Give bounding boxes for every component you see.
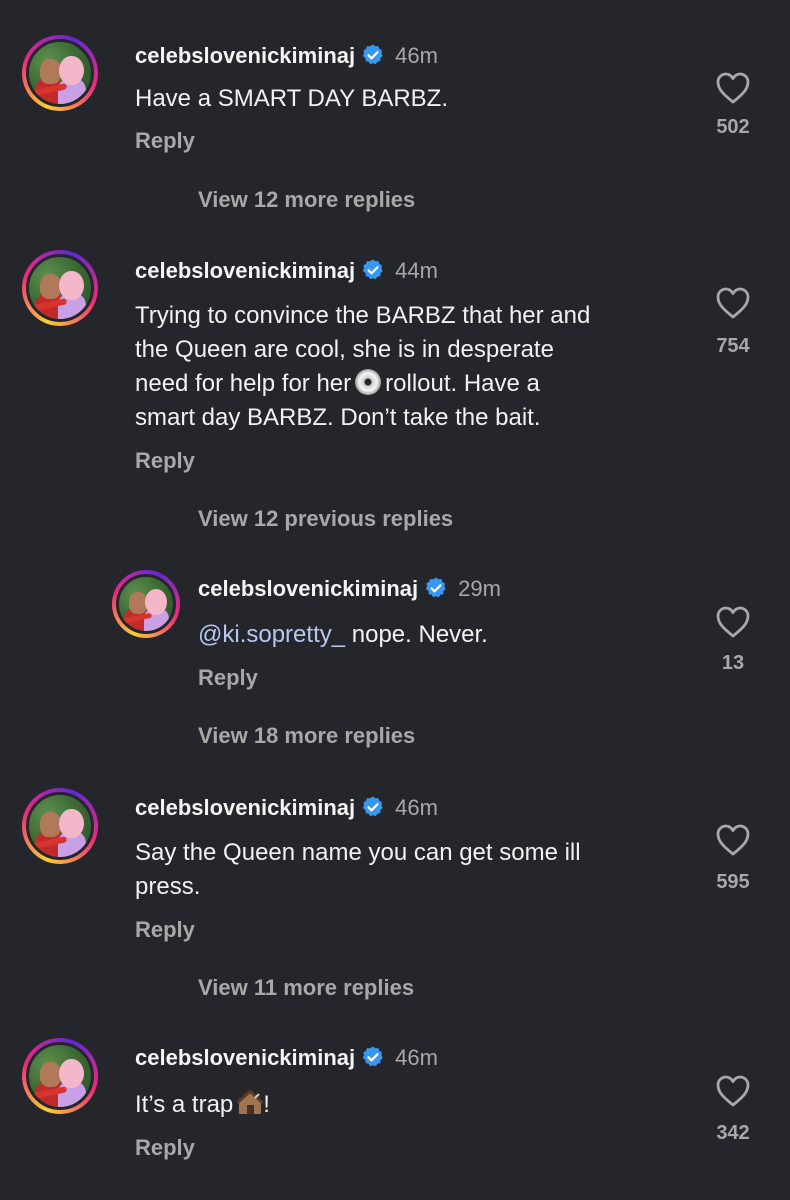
comment-text: Say the Queen name you can get some ill …	[135, 836, 675, 904]
comment-header: celebslovenickiminaj 46m	[135, 43, 438, 69]
comment-text-line: need for help for her rollout. Have a	[135, 369, 540, 397]
view-previous-replies-button[interactable]: View 12 previous replies	[198, 506, 453, 532]
heart-icon[interactable]	[715, 71, 751, 105]
avatar-image	[26, 254, 94, 322]
verified-badge-icon	[424, 576, 448, 600]
verified-badge-icon	[361, 258, 385, 282]
reply-button[interactable]: Reply	[135, 128, 195, 154]
avatar-image	[26, 39, 94, 107]
timestamp: 46m	[395, 1045, 438, 1070]
avatar[interactable]	[22, 35, 98, 111]
avatar-image	[26, 1042, 94, 1110]
reply-button[interactable]: Reply	[135, 1135, 195, 1161]
view-more-replies-button[interactable]: View 18 more replies	[198, 723, 415, 749]
comment-text: @ki.sopretty_ nope. Never.	[198, 621, 488, 648]
avatar[interactable]	[112, 570, 180, 638]
comment-text-line: Say the Queen name you can get some ill	[135, 839, 581, 866]
avatar-image	[116, 574, 176, 634]
cd-icon	[355, 369, 382, 395]
comment-header: celebslovenickiminaj 46m	[135, 1045, 438, 1071]
heart-icon[interactable]	[715, 605, 751, 639]
username[interactable]: celebslovenickiminaj	[135, 258, 355, 283]
reply-button[interactable]: Reply	[135, 917, 195, 943]
house-icon	[237, 1090, 264, 1114]
like-count: 13	[721, 652, 745, 674]
comment-text-line: press.	[135, 873, 201, 900]
view-more-replies-button[interactable]: View 11 more replies	[198, 975, 414, 1001]
like-count: 342	[716, 1122, 750, 1144]
timestamp: 44m	[395, 258, 438, 283]
like-count: 595	[716, 871, 750, 893]
reply-button[interactable]: Reply	[135, 448, 195, 474]
comment-text-line: the Queen are cool, she is in desperate	[135, 336, 554, 363]
avatar[interactable]	[22, 250, 98, 326]
timestamp: 46m	[395, 795, 438, 820]
timestamp: 29m	[458, 576, 501, 601]
comment-text: Have a SMART DAY BARBZ.	[135, 85, 448, 112]
like-count: 754	[716, 335, 750, 357]
comment-text: It’s a trap!	[135, 1090, 270, 1118]
comment-header: celebslovenickiminaj 29m	[198, 576, 501, 602]
view-more-replies-button[interactable]: View 12 more replies	[198, 187, 415, 213]
verified-badge-icon	[361, 1045, 385, 1069]
reply-button[interactable]: Reply	[198, 665, 258, 691]
avatar-image	[26, 792, 94, 860]
like-count: 502	[716, 116, 750, 138]
username[interactable]: celebslovenickiminaj	[135, 43, 355, 68]
comment-header: celebslovenickiminaj 46m	[135, 795, 438, 821]
username[interactable]: celebslovenickiminaj	[135, 795, 355, 820]
username[interactable]: celebslovenickiminaj	[135, 1045, 355, 1070]
verified-badge-icon	[361, 795, 385, 819]
verified-badge-icon	[361, 43, 385, 67]
username[interactable]: celebslovenickiminaj	[198, 576, 418, 601]
timestamp: 46m	[395, 43, 438, 68]
mention-link[interactable]: @ki.sopretty_	[198, 621, 345, 648]
heart-icon[interactable]	[715, 286, 751, 320]
avatar[interactable]	[22, 788, 98, 864]
comment-text-line: Trying to convince the BARBZ that her an…	[135, 302, 591, 329]
comment-text: Trying to convince the BARBZ that her an…	[135, 299, 675, 435]
avatar[interactable]	[22, 1038, 98, 1114]
comment-header: celebslovenickiminaj 44m	[135, 258, 438, 284]
heart-icon[interactable]	[715, 1074, 751, 1108]
heart-icon[interactable]	[715, 823, 751, 857]
comment-text-line: smart day BARBZ. Don’t take the bait.	[135, 404, 541, 431]
